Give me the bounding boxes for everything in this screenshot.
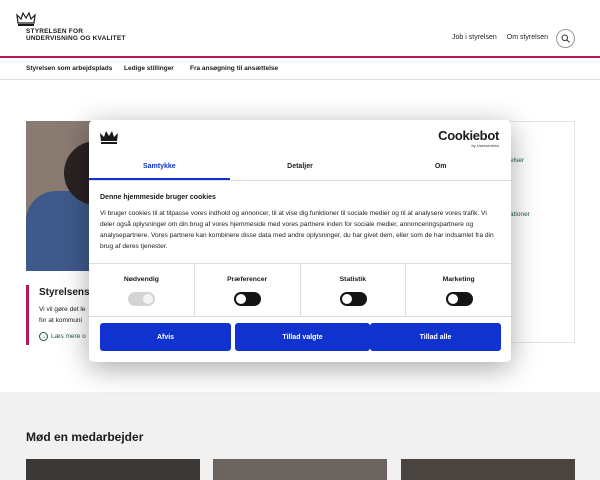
consent-tabs: Samtykke Detaljer Om	[89, 154, 511, 181]
allow-all-button[interactable]: Tillad alle	[370, 323, 501, 351]
cookiebot-name: Cookiebot	[438, 128, 499, 143]
toggle-marketing[interactable]	[445, 292, 473, 306]
toggle-knob	[341, 294, 352, 304]
tab-detaljer[interactable]: Detaljer	[230, 154, 371, 180]
toggle-preferences[interactable]	[234, 292, 262, 306]
toggle-statistics[interactable]	[339, 292, 367, 306]
toggle-necessary	[128, 292, 156, 306]
category-statistics: Statistik	[301, 264, 407, 316]
consent-heading: Denne hjemmeside bruger cookies	[100, 194, 216, 201]
category-label: Marketing	[442, 276, 475, 283]
toggle-knob	[143, 294, 154, 304]
consent-categories: Nødvendig Præferencer Statistik Marketin…	[89, 263, 511, 317]
cookie-consent-dialog: Cookiebot by Usercentrics Samtykke Detal…	[89, 120, 511, 362]
tab-om[interactable]: Om	[370, 154, 511, 180]
allow-selected-button[interactable]: Tillad valgte	[235, 323, 370, 351]
cookiebot-logo: Cookiebot by Usercentrics	[438, 128, 499, 149]
site-logo-icon	[100, 131, 118, 144]
toggle-knob	[236, 294, 247, 304]
toggle-knob	[447, 294, 458, 304]
cookiebot-subtitle: by Usercentrics	[471, 143, 499, 148]
category-preferences: Præferencer	[195, 264, 301, 316]
tab-samtykke[interactable]: Samtykke	[89, 154, 230, 180]
category-necessary: Nødvendig	[89, 264, 195, 316]
category-label: Præferencer	[227, 276, 268, 283]
category-marketing: Marketing	[406, 264, 511, 316]
category-label: Statistik	[339, 276, 367, 283]
deny-button[interactable]: Afvis	[100, 323, 231, 351]
consent-body-text: Vi bruger cookies til at tilpasse vores …	[100, 210, 494, 250]
category-label: Nødvendig	[123, 276, 159, 283]
